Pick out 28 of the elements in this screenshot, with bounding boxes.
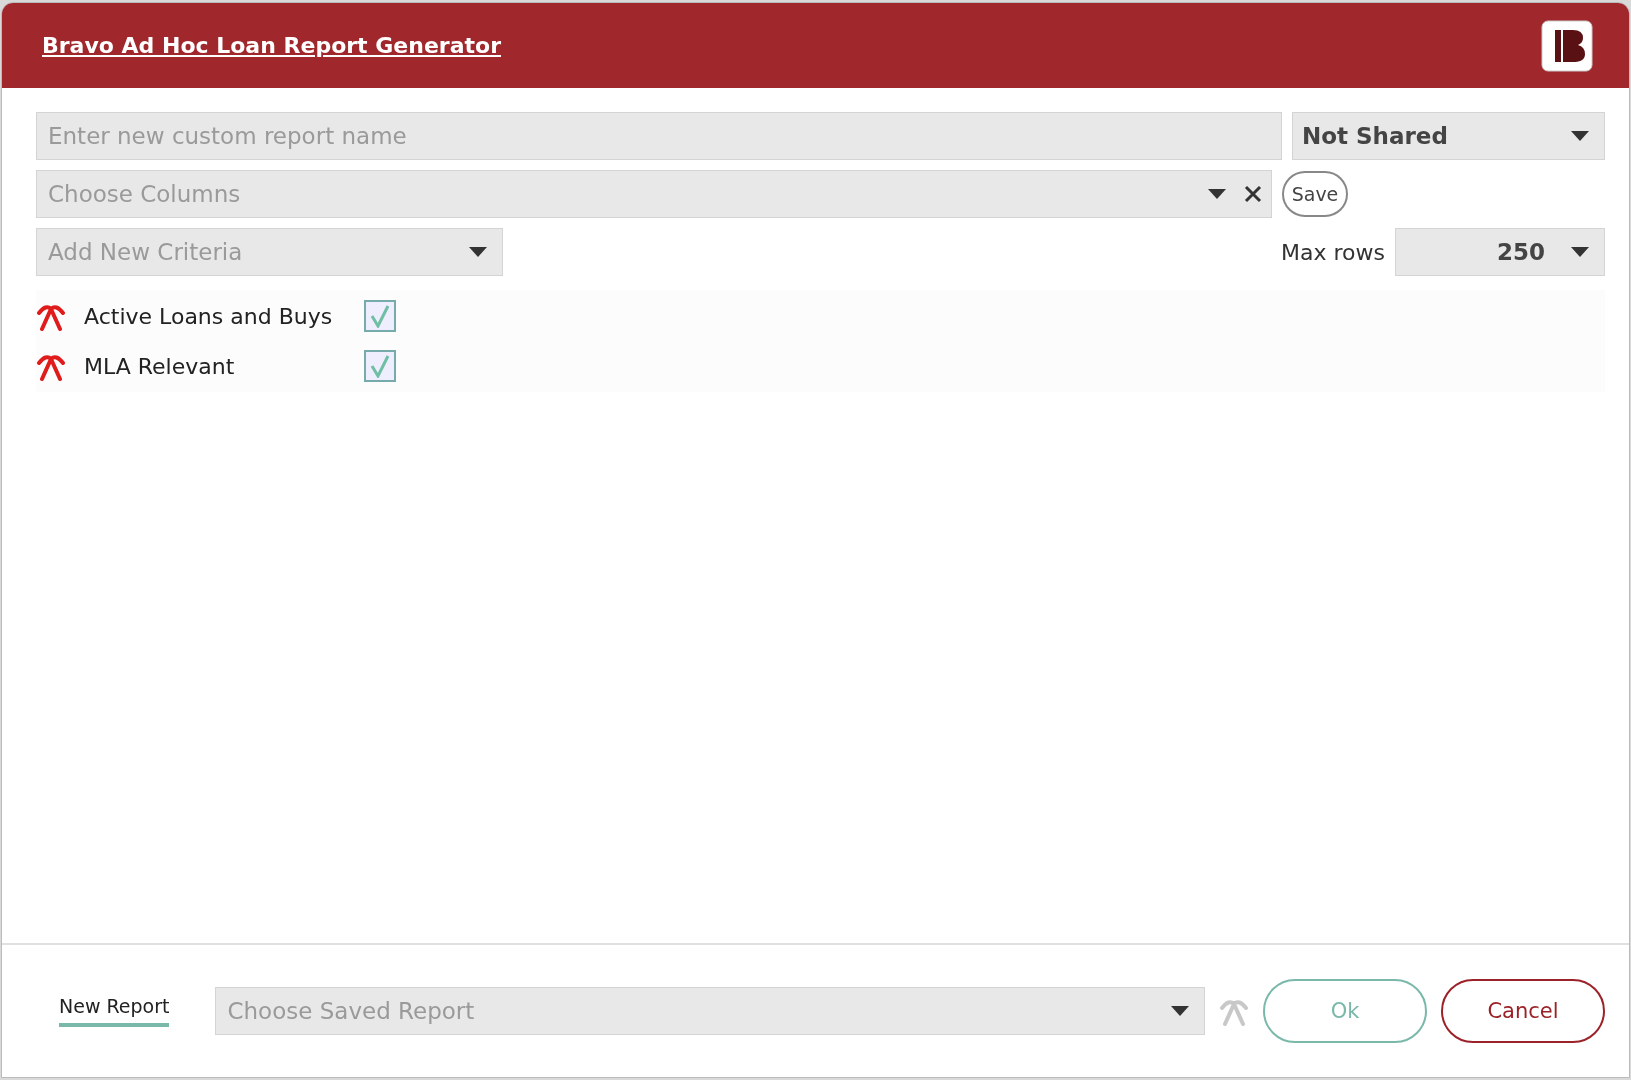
check-icon — [370, 354, 390, 378]
new-report-tab[interactable]: New Report — [59, 995, 170, 1027]
criteria-dropdown[interactable]: Add New Criteria — [36, 228, 503, 276]
saved-report-dropdown[interactable]: Choose Saved Report — [215, 987, 1205, 1035]
criteria-input[interactable]: Add New Criteria — [46, 238, 463, 266]
caret-icon — [1171, 1006, 1189, 1016]
columns-dropdown[interactable]: Choose Columns — [36, 170, 1272, 218]
close-icon[interactable] — [1244, 185, 1262, 203]
caret-icon — [1571, 131, 1589, 141]
check-icon — [370, 304, 390, 328]
save-button[interactable]: Save — [1282, 171, 1348, 217]
window-title[interactable]: Bravo Ad Hoc Loan Report Generator — [42, 33, 502, 58]
max-rows-label: Max rows — [1281, 239, 1385, 265]
checkbox[interactable] — [364, 350, 396, 382]
report-name-input[interactable]: Enter new custom report name — [46, 122, 1272, 150]
cancel-button[interactable]: Cancel — [1441, 979, 1605, 1043]
saved-report-input[interactable]: Choose Saved Report — [225, 997, 1165, 1025]
sharing-dropdown[interactable]: Not Shared — [1292, 112, 1605, 160]
caret-icon — [1571, 247, 1589, 257]
caret-icon — [469, 247, 487, 257]
criteria-label: Active Loans and Buys — [84, 303, 334, 329]
logo-icon — [1541, 19, 1593, 72]
criteria-label: MLA Relevant — [84, 353, 236, 379]
caret-icon — [1208, 189, 1226, 199]
checkbox[interactable] — [364, 300, 396, 332]
columns-input[interactable]: Choose Columns — [46, 180, 1202, 208]
max-rows-dropdown[interactable]: 250 — [1395, 228, 1605, 276]
report-name-field[interactable]: Enter new custom report name — [36, 112, 1282, 160]
